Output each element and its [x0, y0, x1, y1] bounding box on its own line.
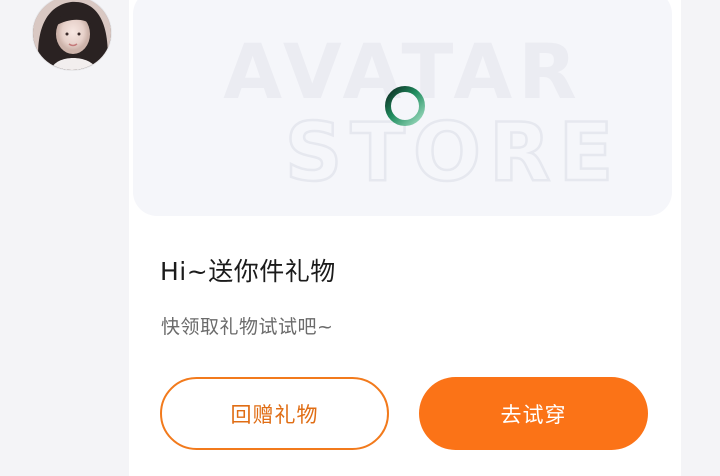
card-title: Hi~送你件礼物	[160, 257, 336, 286]
card-subtitle: 快领取礼物试试吧~	[161, 316, 334, 338]
try-on-button[interactable]: 去试穿	[419, 377, 648, 450]
avatar[interactable]	[33, 0, 111, 70]
return-gift-button[interactable]: 回赠礼物	[160, 377, 389, 450]
user-avatar-photo-icon	[33, 0, 111, 70]
gift-page: AVATAR STORE Hi~送你件礼物 快领取礼物试试吧~ 回赠礼物 去试穿	[0, 0, 720, 476]
return-gift-button-label: 回赠礼物	[230, 402, 319, 427]
watermark-line2: STORE	[285, 106, 621, 199]
loading-spinner-icon	[383, 84, 427, 128]
try-on-button-label: 去试穿	[500, 402, 567, 427]
